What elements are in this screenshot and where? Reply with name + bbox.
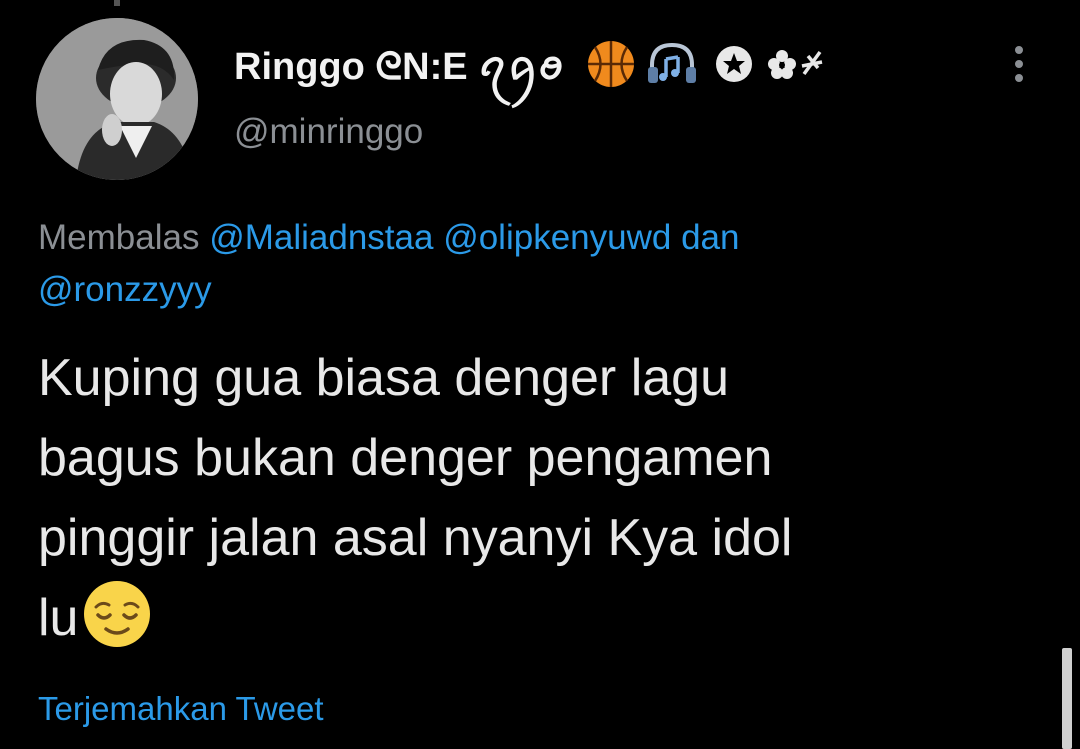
mention-link[interactable]: @olipkenyuwd [443, 218, 671, 257]
tweet-text-line: Kuping gua biasa denger lagu [38, 349, 730, 407]
headphones-music-icon [646, 39, 698, 94]
status-indicator [114, 0, 120, 6]
profile-badges [586, 40, 836, 92]
relieved-face-emoji [82, 579, 152, 649]
tweet-text-line: lu [38, 589, 79, 647]
user-handle[interactable]: @minringgo [234, 110, 423, 154]
tweet-body: Kuping gua biasa denger lagu bagus bukan… [38, 338, 1038, 658]
mention-link[interactable]: @ronzzyyy [38, 270, 212, 309]
flower-sparkle-icon [764, 44, 826, 89]
scrollbar[interactable] [1062, 648, 1072, 749]
tweet-text-last-line: lu [38, 578, 1038, 658]
tweet-text-line: pinggir jalan asal nyanyi Kya idol [38, 509, 793, 567]
reply-connector: dan [681, 218, 740, 257]
tweet-screen: Ringgo ᘓN:E ꪖꪇꪮ @minringgo Membalas @Mal… [0, 0, 1080, 749]
reply-prefix: Membalas [38, 218, 200, 257]
star-circle-icon [714, 44, 754, 89]
more-vertical-icon[interactable] [1006, 42, 1034, 86]
reply-context: Membalas @Maliadnstaa @olipkenyuwd dan @… [38, 212, 1038, 316]
translate-tweet-link[interactable]: Terjemahkan Tweet [38, 688, 324, 730]
avatar-photo [36, 18, 198, 180]
tweet-text-line: bagus bukan denger pengamen [38, 429, 773, 487]
avatar[interactable] [36, 18, 198, 180]
basketball-icon [586, 39, 636, 94]
mention-link[interactable]: @Maliadnstaa [209, 218, 433, 257]
display-name[interactable]: Ringgo ᘓN:E ꪖꪇꪮ [234, 44, 564, 90]
